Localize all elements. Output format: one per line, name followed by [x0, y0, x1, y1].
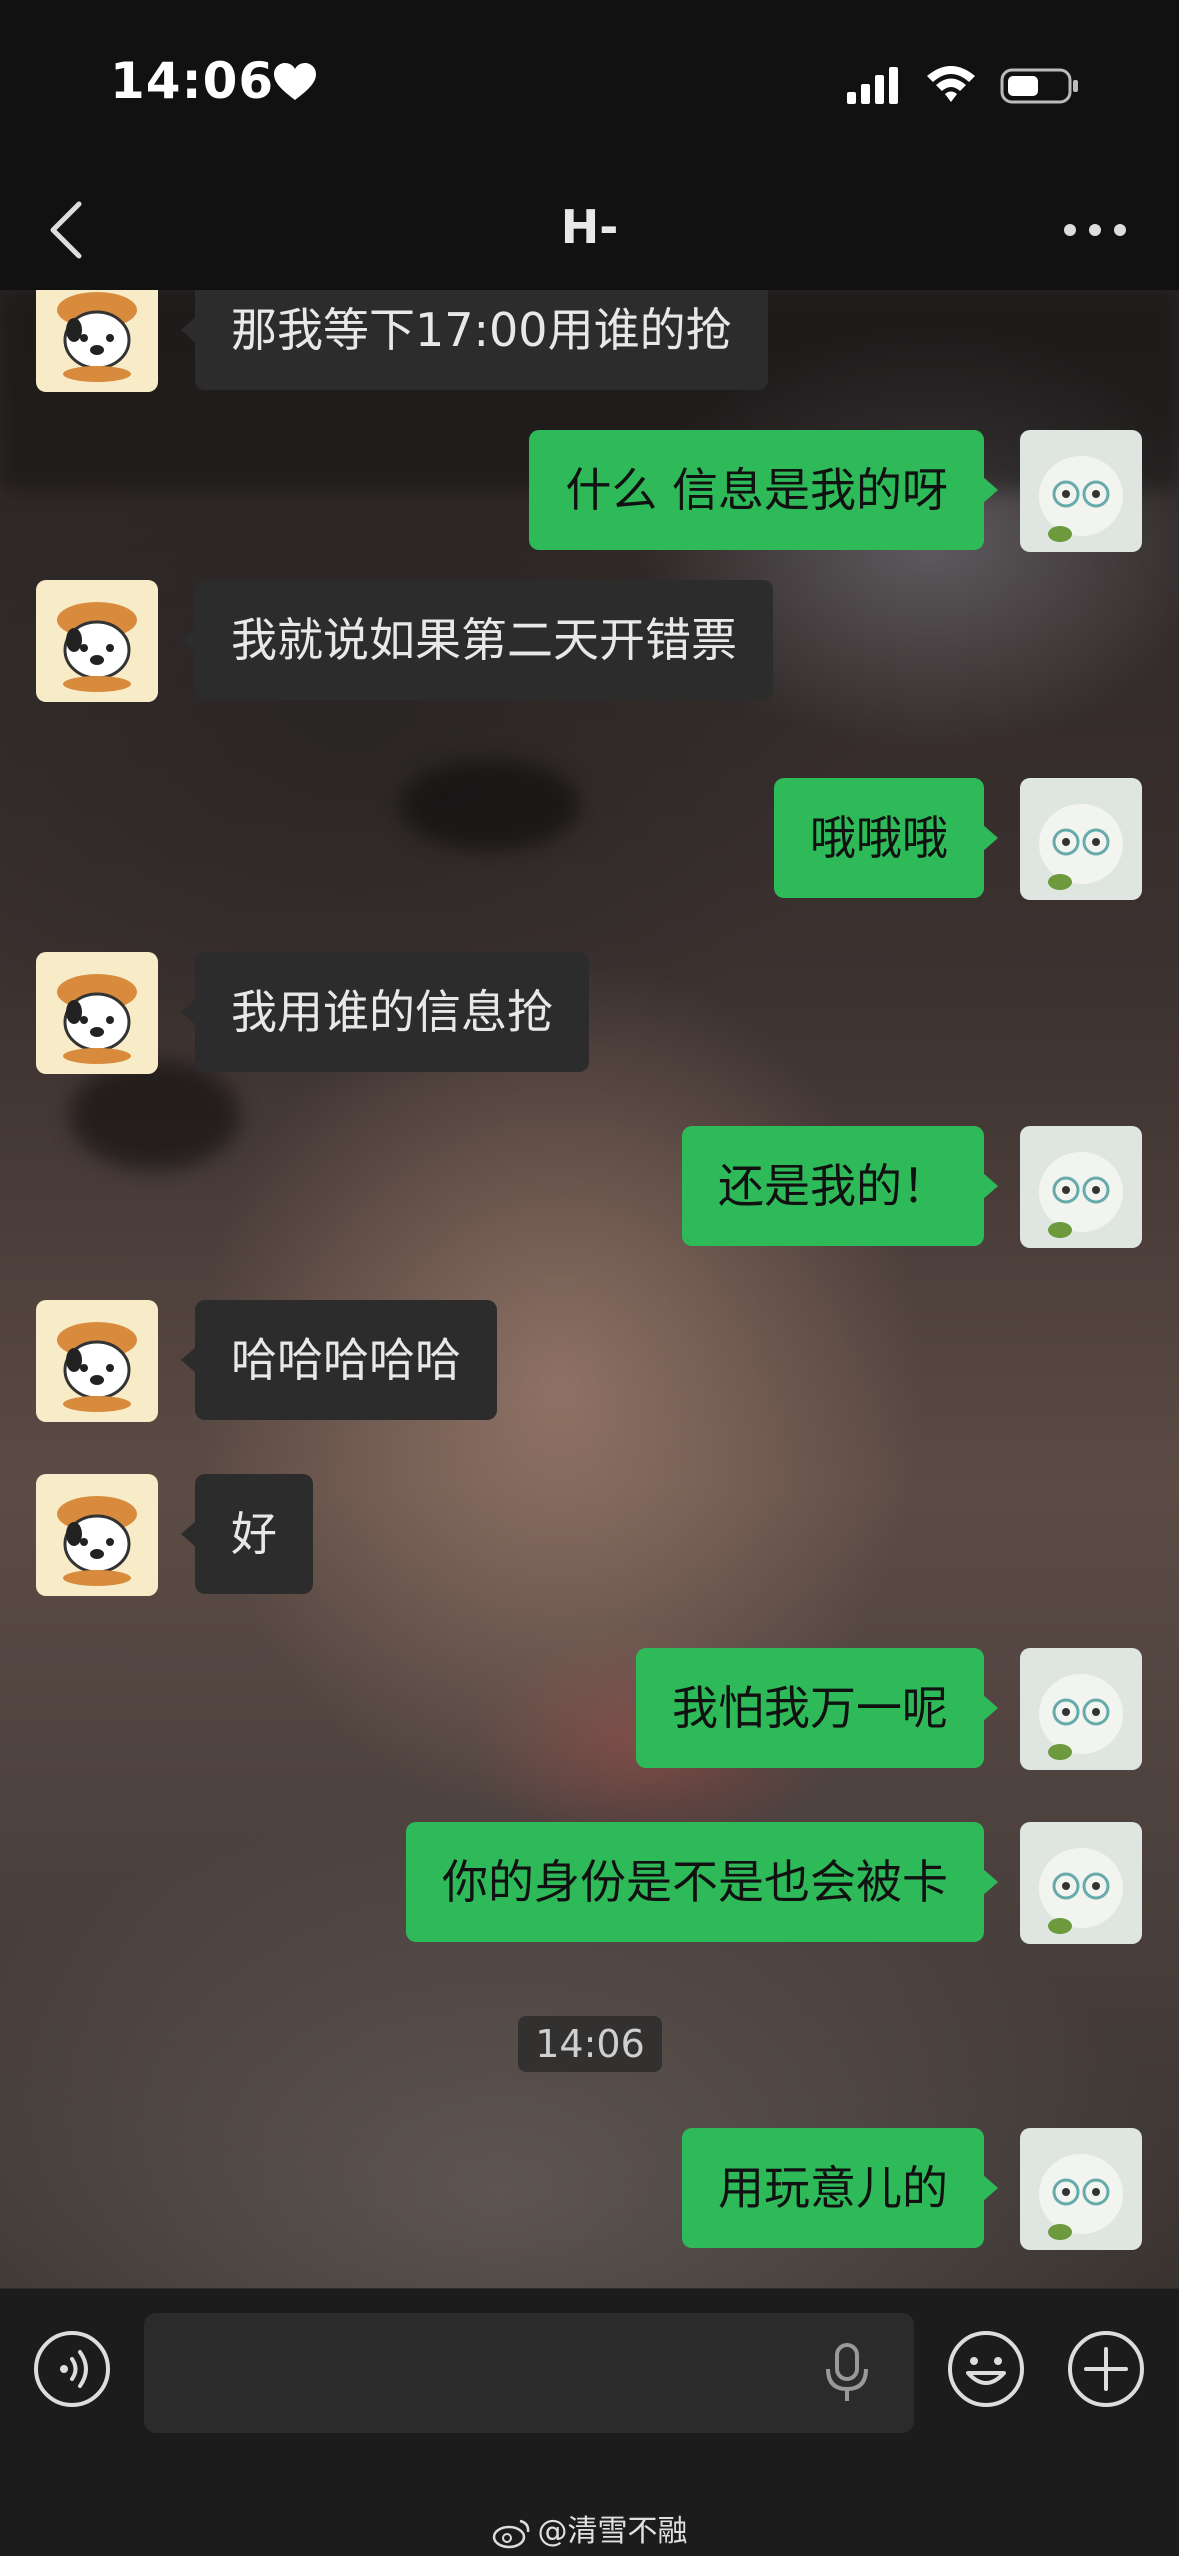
self-avatar[interactable]: [1020, 2128, 1142, 2250]
battery-icon: [1000, 68, 1078, 104]
contact-avatar[interactable]: [36, 1300, 158, 1422]
status-time: 14:06: [110, 52, 275, 110]
contact-avatar[interactable]: [36, 580, 158, 702]
received-message[interactable]: 哈哈哈哈哈: [181, 1300, 497, 1420]
watermark-text: @清雪不融: [537, 2514, 688, 2549]
more-icon[interactable]: [1060, 210, 1130, 250]
wifi-icon: [927, 66, 975, 102]
message-list: 那我等下17:00用谁的抢 什么 信息是我的呀 我就说如果第二天开错票 哦哦哦 …: [0, 290, 1179, 2288]
sent-message[interactable]: 你的身份是不是也会被卡: [406, 1822, 998, 1942]
self-avatar[interactable]: [1020, 430, 1142, 552]
received-message[interactable]: 好: [181, 1474, 313, 1594]
self-avatar[interactable]: [1020, 1648, 1142, 1770]
microphone-icon[interactable]: [822, 2341, 872, 2405]
contact-avatar[interactable]: [36, 290, 158, 392]
contact-avatar[interactable]: [36, 952, 158, 1074]
emoji-icon[interactable]: [946, 2329, 1026, 2409]
more-actions-icon[interactable]: [1066, 2329, 1146, 2409]
nav-bar: H-: [0, 170, 1179, 290]
chat-title: H-: [560, 200, 619, 254]
received-message[interactable]: 我就说如果第二天开错票: [181, 580, 773, 700]
voice-mode-icon[interactable]: [32, 2329, 112, 2409]
received-message[interactable]: 我用谁的信息抢: [181, 952, 589, 1072]
message-timestamp: 14:06: [518, 2016, 662, 2072]
self-avatar[interactable]: [1020, 1126, 1142, 1248]
self-avatar[interactable]: [1020, 778, 1142, 900]
received-message[interactable]: 那我等下17:00用谁的抢: [181, 290, 768, 390]
sent-message[interactable]: 用玩意儿的: [682, 2128, 998, 2248]
sent-message[interactable]: 哦哦哦: [774, 778, 998, 898]
message-input[interactable]: [144, 2313, 914, 2433]
sent-message[interactable]: 什么 信息是我的呀: [529, 430, 998, 550]
contact-avatar[interactable]: [36, 1474, 158, 1596]
heart-icon: [274, 63, 316, 100]
self-avatar[interactable]: [1020, 1822, 1142, 1944]
sent-message[interactable]: 我怕我万一呢: [636, 1648, 998, 1768]
signal-icon: [847, 67, 898, 104]
status-bar: 14:06: [0, 0, 1179, 170]
watermark: @清雪不融: [0, 2506, 1179, 2550]
weibo-icon: [492, 2519, 529, 2548]
sent-message[interactable]: 还是我的！: [682, 1126, 998, 1246]
